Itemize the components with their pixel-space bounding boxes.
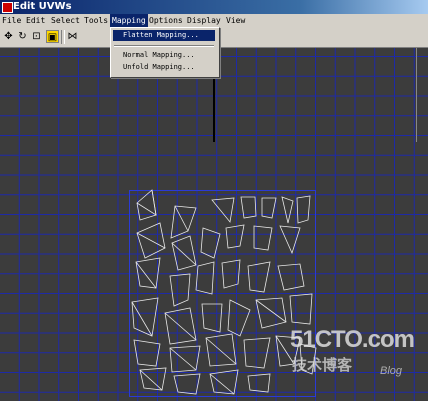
- uv-island: [221, 259, 241, 289]
- watermark-blog: Blog: [380, 365, 403, 377]
- watermark-logo: 51CTO.com: [290, 326, 415, 353]
- menu-view[interactable]: View: [224, 14, 247, 27]
- move-icon[interactable]: ✥: [2, 30, 15, 43]
- menu-mapping[interactable]: Mapping: [110, 14, 148, 27]
- toolbar-separator: [61, 30, 65, 44]
- uv-edge: [255, 299, 287, 323]
- uv-island: [253, 225, 273, 251]
- uv-island: [277, 263, 305, 291]
- uv-island: [261, 197, 277, 219]
- menu-separator: [114, 45, 214, 47]
- uv-island: [247, 373, 271, 393]
- uv-edge: [169, 347, 197, 371]
- uv-island: [133, 339, 161, 367]
- app-icon: [2, 2, 13, 13]
- uv-island: [227, 299, 251, 337]
- menu-bar: File Edit Select Tools Mapping Options D…: [0, 14, 428, 27]
- mapping-dropdown-menu: Flatten Mapping... Normal Mapping... Unf…: [110, 27, 220, 78]
- uv-island: [200, 227, 221, 259]
- window-title: Edit UVWs: [13, 1, 72, 12]
- uv-island: [209, 369, 239, 395]
- uv-edge: [205, 337, 237, 365]
- uv-island: [195, 261, 215, 295]
- uv-island: [255, 297, 287, 329]
- uv-island: [139, 367, 167, 391]
- uv-island: [205, 333, 237, 367]
- uv-edge: [131, 301, 153, 337]
- uv-viewport[interactable]: 51CTO.com 技术博客 Blog: [0, 48, 428, 401]
- uv-island: [289, 293, 313, 325]
- menu-tools[interactable]: Tools: [82, 14, 110, 27]
- menu-file[interactable]: File: [0, 14, 23, 27]
- rotate-icon[interactable]: ↻: [16, 30, 29, 43]
- uv-edge: [174, 205, 189, 232]
- uv-island: [169, 345, 201, 373]
- watermark-subtitle: 技术博客: [292, 357, 353, 374]
- uv-island: [169, 273, 191, 307]
- menu-display[interactable]: Display: [185, 14, 223, 27]
- uv-edge: [135, 261, 157, 289]
- uv-island: [279, 225, 301, 255]
- scale-icon[interactable]: ⊡: [30, 30, 43, 43]
- mirror-icon[interactable]: ⋈: [66, 30, 79, 43]
- uv-island: [201, 303, 223, 333]
- menu-item-unfold-mapping[interactable]: Unfold Mapping...: [113, 62, 215, 73]
- menu-options[interactable]: Options: [147, 14, 185, 27]
- uv-island: [281, 196, 294, 224]
- uv-edge: [136, 189, 157, 216]
- menu-item-normal-mapping[interactable]: Normal Mapping...: [113, 50, 215, 61]
- uv-island: [225, 224, 245, 249]
- freeform-icon[interactable]: ▣: [46, 30, 59, 43]
- title-bar: Edit UVWs: [0, 0, 428, 14]
- menu-select[interactable]: Select: [49, 14, 82, 27]
- uv-island: [173, 373, 201, 395]
- uv-island: [243, 337, 271, 369]
- uv-island: [135, 257, 161, 289]
- menu-item-flatten-mapping[interactable]: Flatten Mapping...: [113, 30, 215, 41]
- menu-edit[interactable]: Edit: [24, 14, 47, 27]
- uv-island: [171, 235, 197, 271]
- uv-island: [131, 297, 159, 337]
- uv-island: [296, 195, 311, 224]
- uv-island: [240, 196, 257, 219]
- uv-edge: [139, 369, 163, 391]
- uv-island: [247, 261, 271, 293]
- uv-island: [211, 197, 235, 223]
